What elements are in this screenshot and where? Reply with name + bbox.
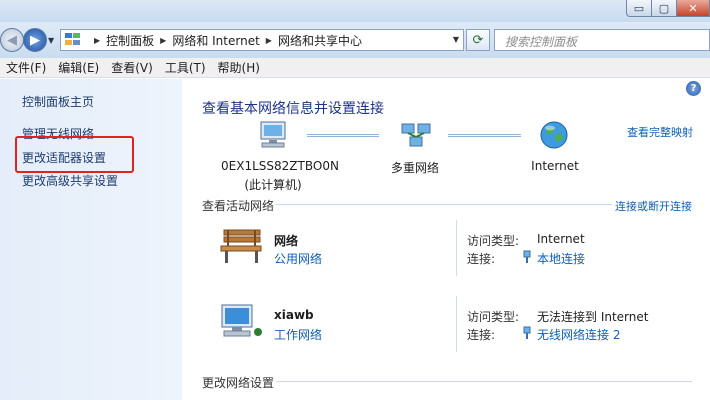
connection-line (307, 134, 379, 137)
breadcrumb-network-sharing-center[interactable]: 网络和共享中心 (278, 32, 362, 49)
network-2-type-link[interactable]: 工作网络 (274, 326, 322, 343)
page-title: 查看基本网络信息并设置连接 (202, 101, 384, 117)
help-icon[interactable]: ? (686, 81, 701, 96)
back-button[interactable]: ◀ (0, 28, 24, 52)
multiple-networks-icon (401, 123, 431, 147)
connection-label: 连接: (467, 252, 496, 266)
divider (276, 204, 612, 205)
minimize-icon: ▭ (633, 1, 645, 15)
chevron-right-icon[interactable]: ▶ (266, 36, 272, 45)
chevron-right-icon: ▶ (94, 35, 101, 45)
view-full-map-link[interactable]: 查看完整映射 (627, 124, 693, 140)
network-1-connection-link[interactable]: 本地连接 (537, 250, 585, 267)
divider (456, 220, 457, 276)
wireless-signal-icon (523, 326, 531, 339)
menu-view[interactable]: 查看(V) (105, 59, 159, 76)
network-2-connection-link[interactable]: 无线网络连接 2 (537, 326, 620, 343)
network-1-type-link[interactable]: 公用网络 (274, 250, 322, 267)
internet-label: Internet (531, 159, 579, 173)
access-type-label: 访问类型: (467, 310, 520, 324)
computer-sub-label: (此计算机) (244, 178, 302, 192)
search-input[interactable]: 搜索控制面板 (494, 29, 710, 51)
refresh-button[interactable]: ⟳ (466, 29, 490, 51)
close-icon: ✕ (688, 1, 698, 15)
network-2-access-value: 无法连接到 Internet (537, 310, 649, 324)
maximize-icon: ▢ (658, 1, 670, 15)
forward-arrow-icon: ▶ (30, 32, 40, 48)
menu-tools[interactable]: 工具(T) (159, 59, 212, 76)
control-panel-icon (65, 33, 83, 47)
access-type-label: 访问类型: (467, 234, 520, 248)
breadcrumb-network-internet[interactable]: 网络和 Internet (172, 32, 259, 49)
sidebar-item-advanced-sharing[interactable]: 更改高级共享设置 (22, 172, 118, 189)
forward-button[interactable]: ▶ (23, 28, 47, 52)
back-arrow-icon: ◀ (7, 32, 17, 48)
network-1-access-value: Internet (537, 232, 585, 246)
ethernet-icon (523, 250, 531, 263)
work-network-computer-icon (221, 304, 262, 337)
network-2-name: xiawb (274, 308, 314, 322)
address-row: ◀ ▶ ▼ ▶ 控制面板 ▶ 网络和 Internet ▶ 网络和共享中心 ▼ … (0, 22, 710, 58)
breadcrumb-control-panel[interactable]: 控制面板 (106, 32, 154, 49)
address-dropdown-icon[interactable]: ▼ (453, 35, 459, 44)
computer-icon (260, 121, 286, 148)
minimize-button[interactable]: ▭ (626, 0, 652, 17)
menu-edit[interactable]: 编辑(E) (52, 59, 105, 76)
menu-bar: 文件(F) 编辑(E) 查看(V) 工具(T) 帮助(H) (0, 58, 710, 78)
sidebar-item-control-panel-home[interactable]: 控制面板主页 (22, 93, 94, 110)
computer-name: 0EX1LSS82ZTBO0N (221, 159, 339, 173)
close-button[interactable]: ✕ (676, 0, 710, 17)
active-networks-title: 查看活动网络 (202, 199, 275, 213)
divider (276, 381, 692, 382)
bench-icon (220, 229, 262, 263)
divider (456, 296, 457, 352)
chevron-right-icon[interactable]: ▶ (160, 36, 166, 45)
recent-pages-dropdown[interactable]: ▼ (48, 36, 54, 45)
maximize-button[interactable]: ▢ (651, 0, 677, 17)
menu-help[interactable]: 帮助(H) (212, 59, 266, 76)
multiple-networks-label: 多重网络 (390, 161, 439, 175)
address-bar[interactable]: ▶ 控制面板 ▶ 网络和 Internet ▶ 网络和共享中心 ▼ (60, 29, 464, 51)
refresh-icon: ⟳ (472, 32, 484, 48)
internet-globe-icon (540, 121, 568, 149)
connection-label: 连接: (467, 328, 496, 342)
connect-disconnect-link[interactable]: 连接或断开连接 (615, 198, 692, 214)
change-settings-title: 更改网络设置 (202, 376, 275, 390)
title-bar: ▭ ▢ ✕ (0, 0, 710, 22)
highlight-box (15, 136, 134, 173)
network-1-name: 网络 (274, 234, 299, 248)
connection-line (448, 134, 521, 137)
menu-file[interactable]: 文件(F) (0, 59, 52, 76)
